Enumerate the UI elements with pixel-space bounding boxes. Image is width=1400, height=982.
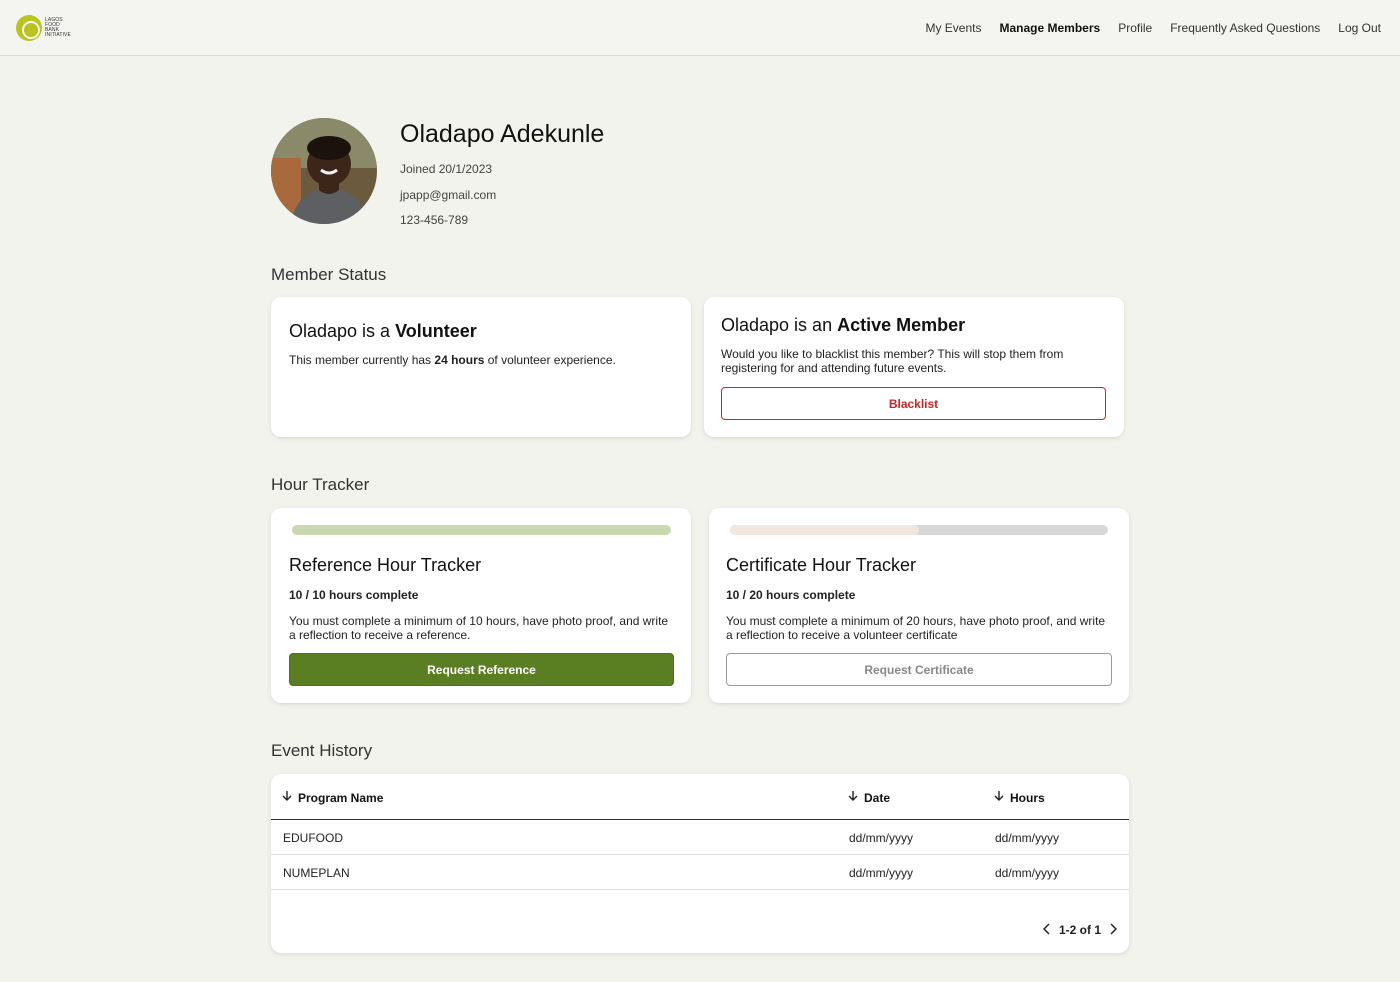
certificate-progress-fill [730, 525, 919, 535]
pagination: 1-2 of 1 [1042, 922, 1118, 938]
active-card-title: Oladapo is an Active Member [721, 315, 966, 335]
table-row-divider [271, 854, 1129, 855]
table-header-divider [271, 819, 1129, 820]
hour-tracker-heading: Hour Tracker [271, 475, 370, 494]
pagination-label: 1-2 of 1 [1059, 923, 1102, 937]
chevron-right-icon[interactable] [1109, 922, 1118, 938]
reference-tracker-title: Reference Hour Tracker [289, 555, 482, 575]
table-cell-date: dd/mm/yyyy [849, 866, 914, 880]
certificate-hours-complete: 10 / 20 hours complete [726, 588, 856, 602]
chevron-left-icon[interactable] [1042, 922, 1051, 938]
certificate-progress-bar [730, 525, 1108, 535]
member-avatar [271, 118, 377, 224]
table-cell-hours: dd/mm/yyyy [995, 831, 1060, 845]
table-cell-program: EDUFOOD [283, 831, 343, 845]
active-member-card: Oladapo is an Active Member Would you li… [704, 297, 1124, 437]
nav-log-out[interactable]: Log Out [1338, 21, 1381, 35]
column-header-program-name[interactable]: Program Name [282, 790, 383, 805]
event-history-heading: Event History [271, 741, 373, 760]
main-nav: My Events Manage Members Profile Frequen… [925, 0, 1381, 56]
column-header-hours[interactable]: Hours [994, 790, 1045, 805]
active-card-text: Would you like to blacklist this member?… [721, 347, 1064, 375]
column-header-date[interactable]: Date [848, 790, 890, 805]
certificate-tracker-title: Certificate Hour Tracker [726, 555, 917, 575]
request-certificate-button[interactable]: Request Certificate [726, 653, 1112, 686]
nav-my-events[interactable]: My Events [925, 21, 981, 35]
sort-arrow-down-icon [994, 790, 1004, 805]
member-phone: 123-456-789 [400, 213, 469, 227]
reference-progress-bar [292, 525, 671, 535]
logo-text: LAGOS FOOD BANK INITIATIVE [45, 17, 71, 38]
volunteer-status-card: Oladapo is a Volunteer This member curre… [271, 297, 691, 437]
volunteer-card-text: This member currently has 24 hours of vo… [289, 353, 616, 367]
nav-profile[interactable]: Profile [1118, 21, 1152, 35]
blacklist-button[interactable]: Blacklist [721, 387, 1106, 420]
top-navigation-bar: LAGOS FOOD BANK INITIATIVE My Events Man… [0, 0, 1400, 56]
member-email: jpapp@gmail.com [400, 188, 497, 202]
sort-arrow-down-icon [848, 790, 858, 805]
member-status-heading: Member Status [271, 265, 387, 284]
table-cell-date: dd/mm/yyyy [849, 831, 914, 845]
table-row-divider [271, 889, 1129, 890]
logo-icon [16, 15, 42, 41]
table-cell-hours: dd/mm/yyyy [995, 866, 1060, 880]
certificate-hour-tracker-card: Certificate Hour Tracker 10 / 20 hours c… [709, 508, 1129, 703]
sort-arrow-down-icon [282, 790, 292, 805]
volunteer-card-title: Oladapo is a Volunteer [289, 321, 477, 341]
table-cell-program: NUMEPLAN [283, 866, 350, 880]
member-name: Oladapo Adekunle [400, 120, 605, 148]
certificate-requirements-text: You must complete a minimum of 20 hours,… [726, 614, 1106, 642]
reference-hour-tracker-card: Reference Hour Tracker 10 / 10 hours com… [271, 508, 691, 703]
member-joined-date: Joined 20/1/2023 [400, 162, 493, 176]
request-reference-button[interactable]: Request Reference [289, 653, 674, 686]
lagos-food-bank-logo[interactable]: LAGOS FOOD BANK INITIATIVE [16, 14, 72, 42]
reference-hours-complete: 10 / 10 hours complete [289, 588, 419, 602]
nav-manage-members[interactable]: Manage Members [999, 21, 1100, 35]
reference-requirements-text: You must complete a minimum of 10 hours,… [289, 614, 669, 642]
reference-progress-fill [292, 525, 671, 535]
nav-faq[interactable]: Frequently Asked Questions [1170, 21, 1320, 35]
